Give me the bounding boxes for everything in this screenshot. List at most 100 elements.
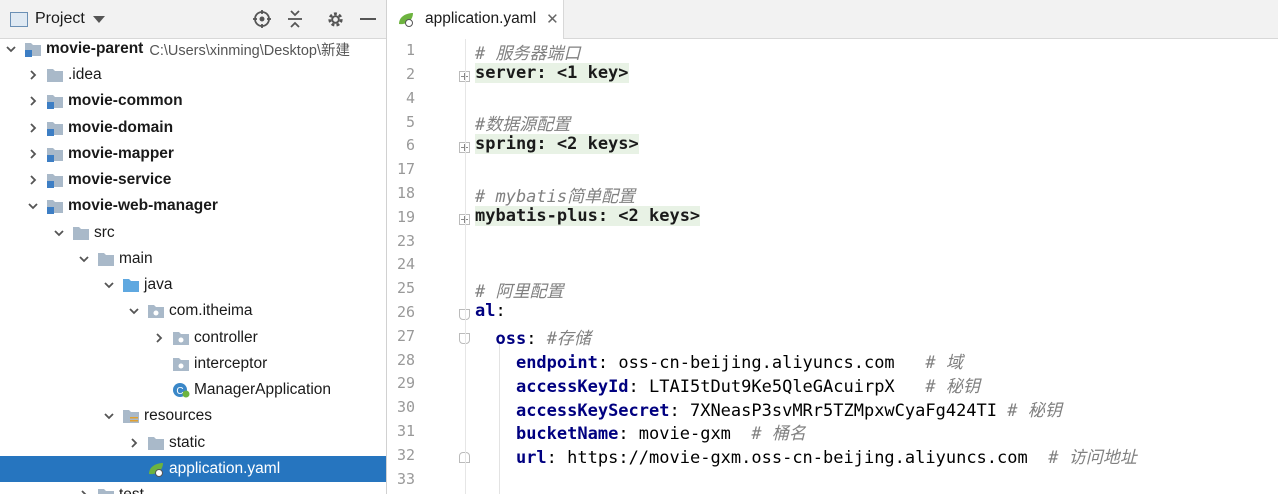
tree-item-movie-domain[interactable]: movie-domain [0,115,386,141]
tree-item-label: movie-domain [68,119,174,136]
code-line-25[interactable]: # 阿里配置 [475,277,563,302]
folded-block-spring[interactable]: spring: <2 keys> [475,134,639,154]
line-number: 18 [396,184,415,202]
chevron-down-icon[interactable] [52,226,66,240]
yaml-key: al [475,301,496,321]
tree-item-resources[interactable]: resources [0,403,386,429]
tree-item-movie-common[interactable]: movie-common [0,88,386,114]
module-folder-icon [24,41,42,57]
tree-item-manager-application[interactable]: C ManagerApplication [0,377,386,403]
tree-item-test[interactable]: test [0,482,386,494]
chevron-down-icon[interactable] [92,15,105,23]
tree-item-label: interceptor [194,355,268,372]
yaml-value: 7XNeasP3svMRr5TZMpxwCyaFg424TI [689,401,998,421]
project-icon [10,11,28,27]
folded-block-server[interactable]: server: <1 key> [475,63,629,83]
tree-item-controller[interactable]: controller [0,325,386,351]
chevron-down-icon[interactable] [102,278,116,292]
minimize-icon[interactable] [360,0,376,38]
spring-yaml-icon [397,11,415,27]
locate-icon[interactable] [252,0,272,38]
yaml-key: endpoint [515,353,598,373]
code-comment: #存储 [546,329,591,349]
tree-item-movie-web-manager[interactable]: movie-web-manager [0,193,386,219]
tree-item-movie-mapper[interactable]: movie-mapper [0,141,386,167]
line-number: 31 [396,422,415,440]
tree-item-movie-parent[interactable]: movie-parent C:\Users\xinming\Desktop\新建 [0,36,386,62]
tree-item-label: src [94,224,115,241]
code-line-32[interactable]: url: https://movie-gxm.oss-cn-beijing.al… [475,443,1137,468]
code-line-19[interactable]: mybatis-plus: <2 keys> [475,206,701,226]
code-comment: #数据源配置 [475,115,571,135]
line-number: 2 [405,65,415,83]
chevron-down-icon[interactable] [4,42,18,56]
chevron-down-icon[interactable] [102,409,116,423]
collapse-icon[interactable] [286,0,304,38]
line-number: 6 [405,136,415,154]
yaml-value: https://movie-gxm.oss-cn-beijing.aliyunc… [567,448,1028,468]
chevron-right-icon[interactable] [127,436,141,450]
module-folder-icon [46,172,64,188]
code-line-28[interactable]: endpoint: oss-cn-beijing.aliyuncs.com # … [475,348,963,373]
line-number: 33 [396,470,415,488]
tree-item-application-yaml[interactable]: application.yaml [0,456,386,482]
panel-title: Project [35,10,85,27]
code-line-2[interactable]: server: <1 key> [475,63,629,83]
chevron-right-icon[interactable] [77,488,91,494]
folded-block-mybatis-plus[interactable]: mybatis-plus: <2 keys> [475,206,701,226]
tree-item-label: .idea [68,66,102,83]
tab-label: application.yaml [425,10,537,27]
code-line-18[interactable]: # mybatis简单配置 [475,182,635,207]
chevron-right-icon[interactable] [26,173,40,187]
tree-item-com-itheima[interactable]: com.itheima [0,298,386,324]
chevron-right-icon[interactable] [26,94,40,108]
code-line-26[interactable]: al: [475,301,506,321]
chevron-right-icon[interactable] [26,68,40,82]
tree-item-static[interactable]: static [0,430,386,456]
chevron-right-icon[interactable] [152,331,166,345]
tree-item-label: movie-parent [46,40,144,57]
tab-application-yaml[interactable]: application.yaml ✕ [387,0,564,39]
tree-item-src[interactable]: src [0,220,386,246]
chevron-right-icon[interactable] [26,121,40,135]
tree-item-label: main [119,250,153,267]
chevron-down-icon[interactable] [127,304,141,318]
tree-item-label: test [119,486,144,494]
chevron-down-icon[interactable] [26,199,40,213]
tree-item-main[interactable]: main [0,246,386,272]
tree-item-idea[interactable]: .idea [0,62,386,88]
tree-item-interceptor[interactable]: interceptor [0,351,386,377]
tree-item-label: movie-service [68,171,172,188]
code-line-5[interactable]: #数据源配置 [475,110,570,135]
module-folder-icon [46,93,64,109]
yaml-key: accessKeySecret [515,401,670,421]
code-comment: # 访问地址 [1048,448,1137,468]
code-comment: # 桶名 [751,424,806,444]
yaml-value: movie-gxm [638,424,731,444]
spring-yaml-icon [147,461,165,477]
code-line-30[interactable]: accessKeySecret: 7XNeasP3svMRr5TZMpxwCya… [475,396,1062,421]
package-icon [172,330,190,346]
tree-item-label: application.yaml [169,460,281,477]
yaml-key: url [515,448,547,468]
chevron-right-icon[interactable] [26,147,40,161]
code-comment: # 阿里配置 [475,282,564,302]
module-folder-icon [46,120,64,136]
code-line-1[interactable]: # 服务器端口 [475,39,580,64]
folder-icon [46,67,64,83]
yaml-value: oss-cn-beijing.aliyuncs.com [618,353,895,373]
tree-item-label: resources [144,407,213,424]
code-line-6[interactable]: spring: <2 keys> [475,134,639,154]
line-number: 32 [396,446,415,464]
project-view-selector[interactable]: Project [10,0,105,38]
close-icon[interactable]: ✕ [546,10,559,28]
tree-item-java[interactable]: java [0,272,386,298]
spring-class-icon: C [172,382,190,398]
chevron-down-icon[interactable] [77,252,91,266]
code-line-27[interactable]: oss: #存储 [475,324,591,349]
code-line-31[interactable]: bucketName: movie-gxm # 桶名 [475,419,806,444]
gear-icon[interactable] [326,0,345,38]
tree-item-movie-service[interactable]: movie-service [0,167,386,193]
project-panel: Project movie-parent C:\Users\xinming\De… [0,0,387,494]
code-line-29[interactable]: accessKeyId: LTAI5tDut9Ke5QleGAcuirpX # … [475,372,980,397]
